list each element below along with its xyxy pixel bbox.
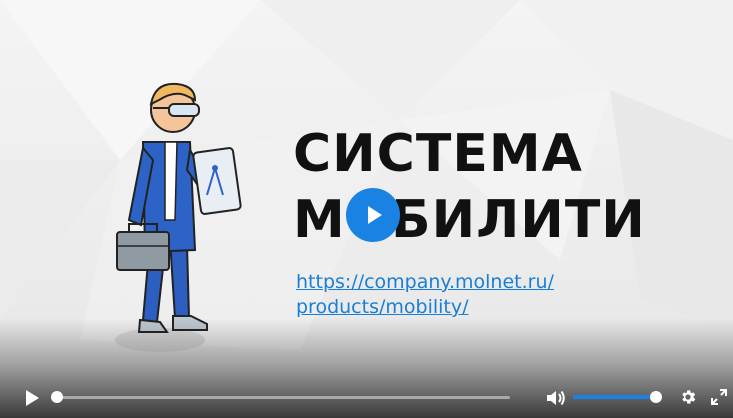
title-line-1: СИСТЕМА — [293, 124, 583, 184]
seek-handle[interactable] — [51, 391, 63, 403]
big-play-button[interactable] — [346, 188, 400, 242]
control-bar — [0, 380, 733, 418]
volume-handle[interactable] — [650, 391, 662, 403]
play-icon — [26, 390, 39, 406]
engineer-illustration — [115, 82, 242, 352]
product-link-line-2[interactable]: products/mobility/ — [296, 296, 469, 318]
volume-button[interactable] — [545, 388, 567, 408]
fullscreen-icon — [711, 389, 727, 405]
seek-bar[interactable] — [55, 396, 510, 399]
play-icon — [368, 206, 382, 224]
volume-slider[interactable] — [573, 395, 658, 399]
product-link-line-1[interactable]: https://company.molnet.ru/ — [296, 271, 554, 293]
volume-icon — [547, 390, 565, 406]
fullscreen-button[interactable] — [710, 388, 728, 406]
volume-level — [573, 395, 658, 399]
gear-icon — [682, 390, 696, 404]
settings-button[interactable] — [679, 388, 697, 406]
video-player[interactable]: СИСТЕМА МОБИЛИТИ https://company.molnet.… — [0, 0, 733, 418]
play-button[interactable] — [22, 388, 42, 408]
